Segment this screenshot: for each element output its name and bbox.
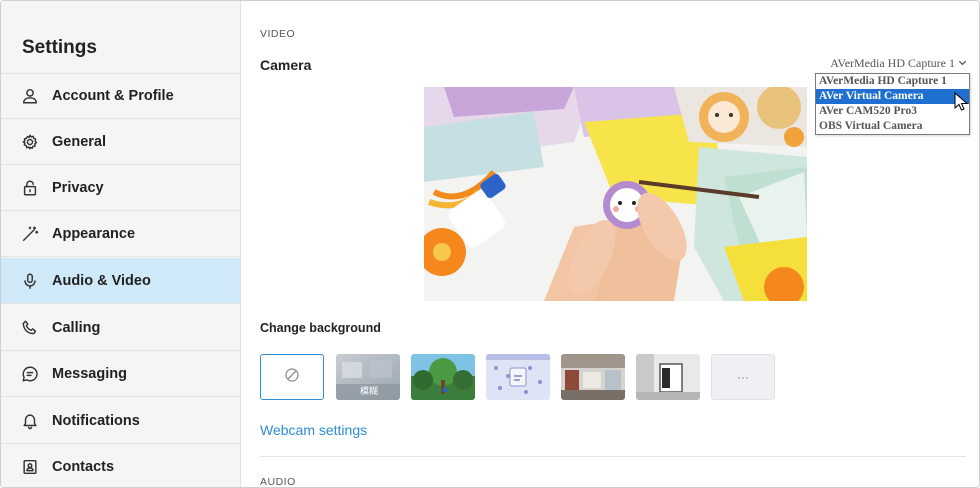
background-room-thumbnail [636,354,700,400]
sidebar-title: Settings [22,37,97,58]
microphone-icon [20,271,40,291]
camera-option-highlighted[interactable]: AVer Virtual Camera [816,89,969,104]
camera-option[interactable]: OBS Virtual Camera [816,119,969,134]
sidebar-item-label: Contacts [52,458,115,475]
camera-option[interactable]: AVerMedia HD Capture 1 [816,74,969,89]
sidebar-item-label: Calling [52,319,101,336]
contacts-icon [20,457,40,477]
sidebar-item-label: Notifications [52,412,140,429]
lock-icon [20,178,40,198]
chevron-down-icon [958,56,967,71]
background-nature-thumbnail [411,354,475,400]
sidebar-item-label: Messaging [52,365,127,382]
sidebar-item-label: Appearance [52,225,136,242]
background-office-option[interactable] [561,354,625,400]
chat-icon [20,364,40,384]
sidebar-item-contacts[interactable]: Contacts [1,444,240,487]
sidebar-item-calling[interactable]: Calling [1,305,240,351]
sidebar-item-label: General [52,133,106,150]
background-none-option[interactable] [260,354,324,400]
camera-label: Camera [260,57,312,73]
bell-icon [20,411,40,431]
sidebar-item-audio-video[interactable]: Audio & Video [1,258,240,304]
sidebar-item-privacy[interactable]: Privacy [1,165,240,211]
sidebar-item-notifications[interactable]: Notifications [1,398,240,444]
video-section-label: VIDEO [260,28,296,40]
background-blur-label: 模糊 [360,387,379,397]
background-pattern-option[interactable] [486,354,550,400]
no-background-icon [284,367,300,388]
camera-preview [424,87,807,301]
background-office-thumbnail [561,354,625,400]
settings-sidebar: Settings Account & Profile General Priva… [1,1,241,487]
background-blur-option[interactable]: 模糊 [336,354,400,400]
person-icon [20,86,40,106]
more-backgrounds-label: ··· [737,370,749,384]
more-backgrounds-button[interactable]: ··· [711,354,775,400]
settings-content: VIDEO Camera AVerMedia HD Capture 1 AVer… [241,1,979,487]
gear-icon [20,132,40,152]
sidebar-item-label: Privacy [52,179,104,196]
camera-dropdown-list: AVerMedia HD Capture 1 AVer Virtual Came… [815,73,970,135]
camera-select-value: AVerMedia HD Capture 1 [830,56,955,70]
sidebar-item-label: Audio & Video [52,272,151,289]
sidebar-item-appearance[interactable]: Appearance [1,211,240,257]
sidebar-item-messaging[interactable]: Messaging [1,351,240,397]
sidebar-item-label: Account & Profile [52,88,174,104]
background-room-option[interactable] [636,354,700,400]
section-divider [260,456,966,457]
background-nature-option[interactable] [411,354,475,400]
webcam-settings-link[interactable]: Webcam settings [260,422,367,438]
sidebar-item-general[interactable]: General [1,119,240,165]
phone-icon [20,318,40,338]
camera-select[interactable]: AVerMedia HD Capture 1 [830,56,967,71]
settings-window: Settings Account & Profile General Priva… [0,0,980,488]
camera-option[interactable]: AVer CAM520 Pro3 [816,104,969,119]
change-background-label: Change background [260,321,381,335]
sidebar-item-account-profile[interactable]: Account & Profile [1,73,240,119]
mouse-pointer-icon [954,91,969,117]
magic-wand-icon [20,224,40,244]
audio-section-label: AUDIO [260,476,296,488]
background-pattern-thumbnail [486,354,550,400]
camera-preview-image [424,87,807,301]
